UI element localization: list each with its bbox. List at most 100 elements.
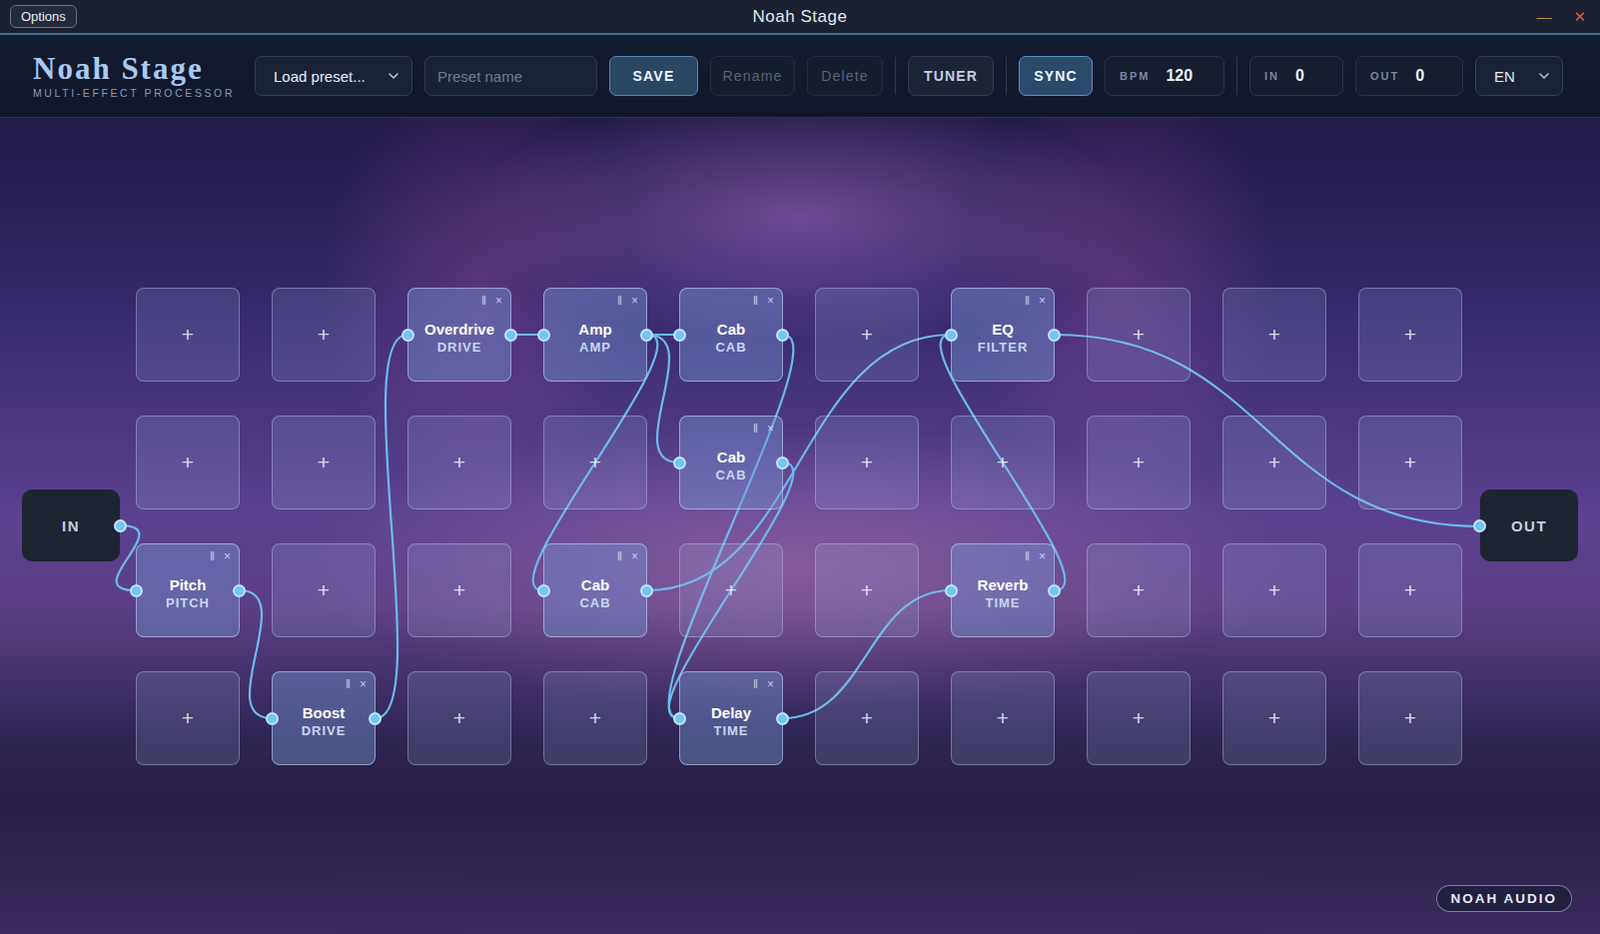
- empty-slot[interactable]: +: [135, 415, 240, 510]
- input-port[interactable]: [944, 584, 958, 598]
- empty-slot[interactable]: +: [271, 543, 376, 638]
- effect-module[interactable]: ‖×EQFILTER: [950, 287, 1055, 382]
- output-port[interactable]: [504, 328, 518, 342]
- input-port[interactable]: [265, 712, 279, 726]
- drag-handle[interactable]: ‖: [345, 677, 351, 692]
- options-button[interactable]: Options: [9, 4, 77, 28]
- output-port[interactable]: [776, 328, 790, 342]
- delete-button[interactable]: Delete: [806, 55, 883, 96]
- empty-slot[interactable]: +: [1086, 287, 1191, 382]
- effect-module[interactable]: ‖×PitchPITCH: [135, 543, 240, 638]
- empty-slot[interactable]: +: [1086, 671, 1191, 766]
- effect-module[interactable]: ‖×BoostDRIVE: [271, 671, 376, 766]
- empty-slot[interactable]: +: [271, 287, 376, 382]
- empty-slot[interactable]: +: [679, 543, 784, 638]
- effect-module[interactable]: ‖×ReverbTIME: [950, 543, 1055, 638]
- window-title: Noah Stage: [753, 6, 848, 27]
- save-button[interactable]: SAVE: [609, 55, 699, 96]
- sync-button[interactable]: SYNC: [1018, 55, 1093, 96]
- empty-slot[interactable]: +: [1222, 671, 1327, 766]
- drag-handle[interactable]: ‖: [1024, 549, 1030, 564]
- input-port[interactable]: [944, 328, 958, 342]
- input-port[interactable]: [129, 584, 143, 598]
- effect-module[interactable]: ‖×CabCAB: [543, 543, 648, 638]
- preset-name-input[interactable]: [424, 55, 598, 96]
- input-port[interactable]: [537, 584, 551, 598]
- empty-slot[interactable]: +: [1086, 415, 1191, 510]
- remove-button[interactable]: ×: [767, 421, 775, 436]
- empty-slot[interactable]: +: [814, 671, 919, 766]
- remove-button[interactable]: ×: [1038, 293, 1046, 308]
- empty-slot[interactable]: +: [1358, 287, 1463, 382]
- input-port[interactable]: [673, 456, 687, 470]
- cable[interactable]: [669, 334, 795, 719]
- empty-slot[interactable]: +: [135, 671, 240, 766]
- drag-handle[interactable]: ‖: [617, 293, 623, 308]
- input-port[interactable]: [673, 712, 687, 726]
- effect-module[interactable]: ‖×CabCAB: [679, 415, 784, 510]
- drag-handle[interactable]: ‖: [753, 293, 759, 308]
- output-port[interactable]: [1047, 584, 1061, 598]
- cable[interactable]: [239, 590, 272, 719]
- drag-handle[interactable]: ‖: [617, 549, 623, 564]
- bpm-field[interactable]: BPM120: [1104, 55, 1225, 96]
- empty-slot[interactable]: +: [135, 287, 240, 382]
- effect-module[interactable]: ‖×AmpAMP: [543, 287, 648, 382]
- drag-handle[interactable]: ‖: [481, 293, 487, 308]
- output-port[interactable]: [232, 584, 246, 598]
- drag-handle[interactable]: ‖: [209, 549, 215, 564]
- remove-button[interactable]: ×: [631, 549, 639, 564]
- empty-slot[interactable]: +: [543, 671, 648, 766]
- input-port[interactable]: [401, 328, 415, 342]
- remove-button[interactable]: ×: [767, 677, 775, 692]
- effect-module[interactable]: ‖×CabCAB: [679, 287, 784, 382]
- module-name: Cab: [717, 320, 746, 338]
- empty-slot[interactable]: +: [1086, 543, 1191, 638]
- output-port[interactable]: [368, 712, 382, 726]
- output-port[interactable]: [776, 712, 790, 726]
- output-port[interactable]: [640, 328, 654, 342]
- tuner-button[interactable]: TUNER: [907, 55, 994, 96]
- empty-slot[interactable]: +: [1358, 543, 1463, 638]
- remove-button[interactable]: ×: [495, 293, 503, 308]
- cable[interactable]: [647, 334, 680, 463]
- remove-button[interactable]: ×: [223, 549, 231, 564]
- rename-button[interactable]: Rename: [710, 55, 796, 96]
- output-port[interactable]: [776, 456, 790, 470]
- drag-handle[interactable]: ‖: [1024, 293, 1030, 308]
- empty-slot[interactable]: +: [1222, 415, 1327, 510]
- empty-slot[interactable]: +: [1358, 415, 1463, 510]
- remove-button[interactable]: ×: [631, 293, 639, 308]
- empty-slot[interactable]: +: [814, 287, 919, 382]
- effect-module[interactable]: ‖×OverdriveDRIVE: [407, 287, 512, 382]
- minimize-button[interactable]: —: [1536, 7, 1552, 25]
- drag-handle[interactable]: ‖: [753, 677, 759, 692]
- language-select[interactable]: EN: [1475, 55, 1564, 96]
- empty-slot[interactable]: +: [814, 543, 919, 638]
- effect-module[interactable]: ‖×DelayTIME: [679, 671, 784, 766]
- remove-button[interactable]: ×: [1038, 549, 1046, 564]
- close-button[interactable]: ✕: [1573, 7, 1587, 26]
- empty-slot[interactable]: +: [543, 415, 648, 510]
- empty-slot[interactable]: +: [1222, 287, 1327, 382]
- empty-slot[interactable]: +: [407, 415, 512, 510]
- drag-handle[interactable]: ‖: [753, 421, 759, 436]
- empty-slot[interactable]: +: [950, 415, 1055, 510]
- output-port[interactable]: [113, 519, 127, 533]
- input-port[interactable]: [673, 328, 687, 342]
- input-port[interactable]: [1473, 519, 1487, 533]
- preset-select[interactable]: Load preset...: [254, 55, 413, 96]
- output-port[interactable]: [1047, 328, 1061, 342]
- input-port[interactable]: [537, 328, 551, 342]
- remove-button[interactable]: ×: [767, 293, 775, 308]
- empty-slot[interactable]: +: [1358, 671, 1463, 766]
- empty-slot[interactable]: +: [814, 415, 919, 510]
- remove-button[interactable]: ×: [359, 677, 367, 692]
- empty-slot[interactable]: +: [950, 671, 1055, 766]
- empty-slot[interactable]: +: [1222, 543, 1327, 638]
- output-port[interactable]: [640, 584, 654, 598]
- empty-slot[interactable]: +: [271, 415, 376, 510]
- empty-slot[interactable]: +: [407, 671, 512, 766]
- cable[interactable]: [375, 334, 408, 719]
- empty-slot[interactable]: +: [407, 543, 512, 638]
